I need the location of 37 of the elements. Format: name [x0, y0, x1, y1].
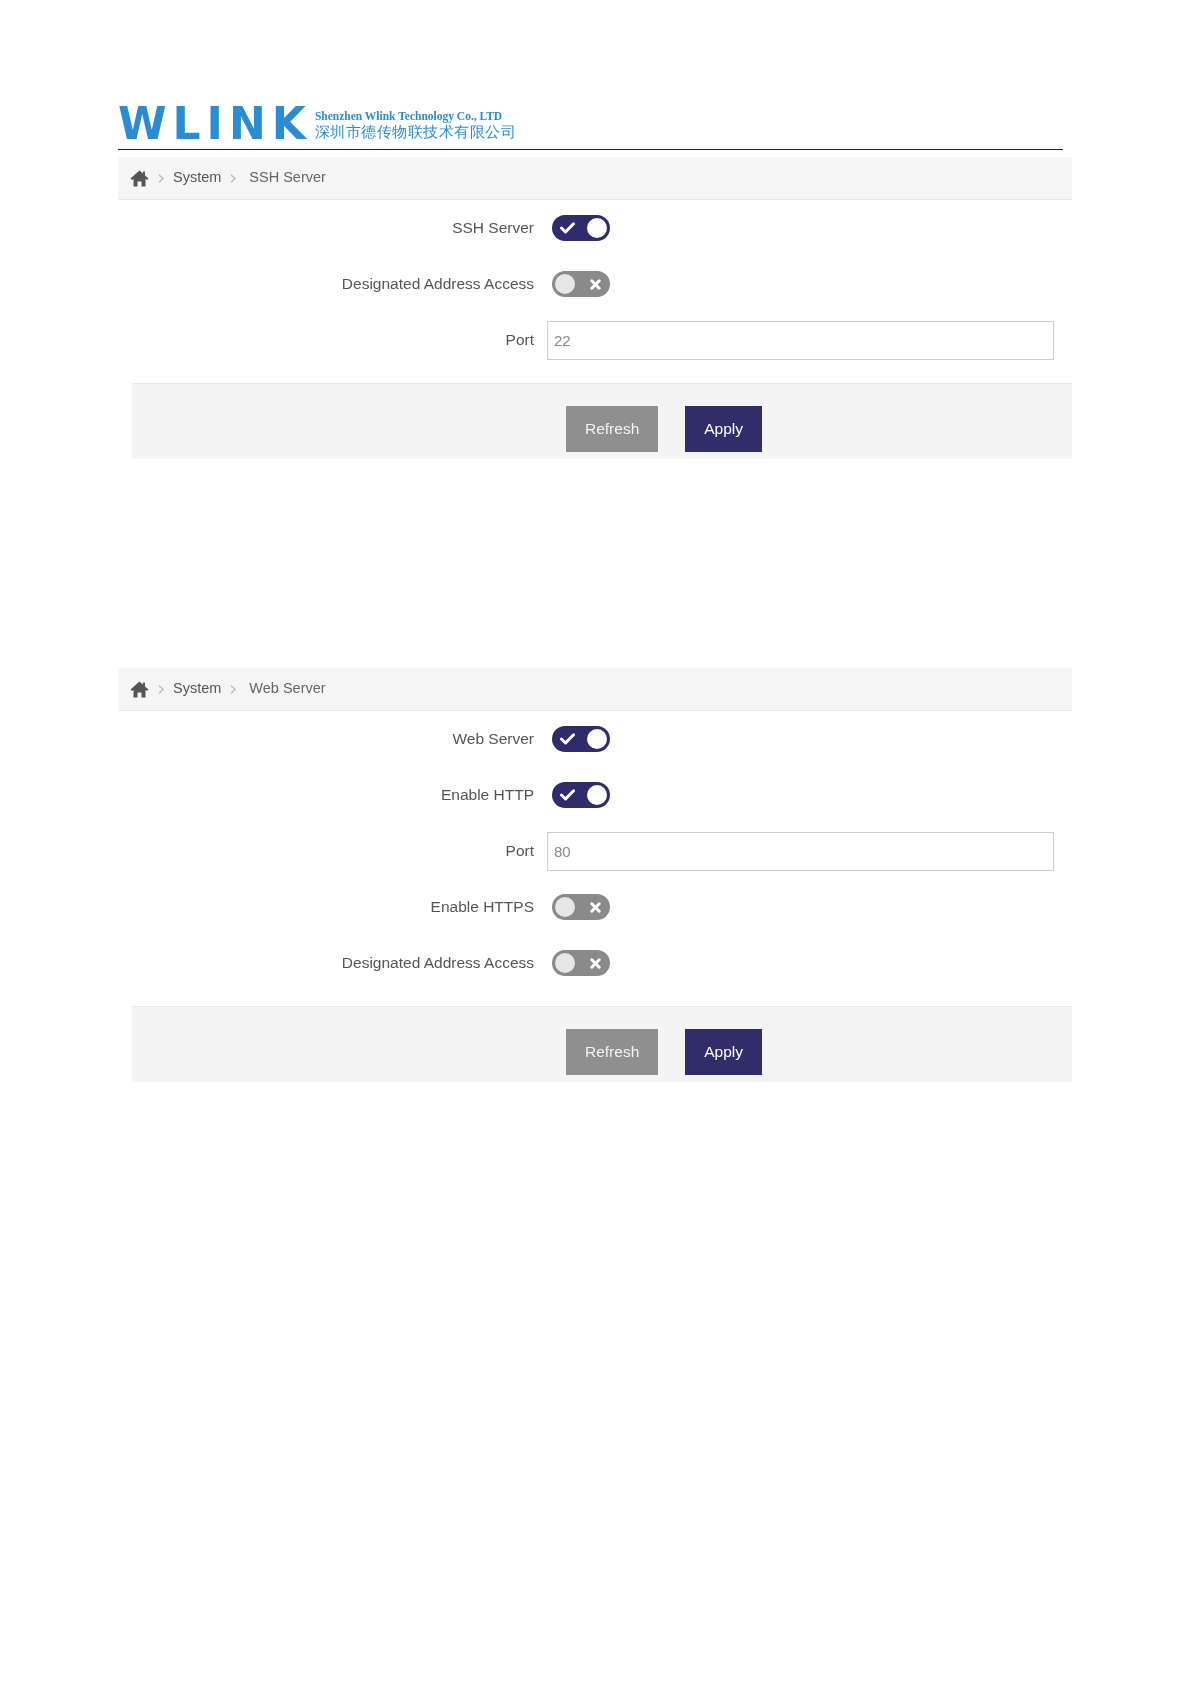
field-label: Designated Address Access [340, 274, 534, 295]
check-icon [560, 733, 575, 745]
chevron-icon [158, 173, 164, 183]
toggle-switch[interactable] [552, 271, 610, 297]
toggle-switch[interactable] [552, 726, 610, 752]
field-label: Designated Address Access [340, 953, 534, 974]
apply-button[interactable]: Apply [685, 406, 763, 452]
breadcrumb-link[interactable]: System [173, 167, 222, 189]
logo-wordmark: WLINK [118, 107, 312, 141]
field-label: Port [504, 330, 534, 351]
chevron-icon [158, 684, 164, 694]
company-name-chinese: 深圳市德传物联技术有限公司 [314, 123, 517, 141]
chevron-icon [230, 173, 237, 183]
cross-icon [590, 278, 601, 290]
check-icon [560, 222, 575, 234]
cross-icon [590, 901, 601, 913]
field-label: Enable HTTP [439, 785, 534, 806]
chevron-icon [230, 684, 237, 694]
toggle-switch[interactable] [552, 894, 610, 920]
field-label: Port [504, 841, 534, 862]
field-label: Web Server [451, 729, 534, 750]
breadcrumb-current: Web Server [249, 679, 326, 699]
cross-icon [590, 957, 601, 969]
toggle-switch[interactable] [552, 215, 610, 241]
field-label: Enable HTTPS [429, 897, 534, 918]
apply-button[interactable]: Apply [685, 1029, 763, 1075]
breadcrumb-current: SSH Server [249, 168, 326, 188]
company-name: Shenzhen Wlink Technology Co., LTD [314, 109, 504, 123]
toggle-switch[interactable] [552, 782, 610, 808]
check-icon [560, 789, 575, 801]
home-icon[interactable] [130, 169, 149, 187]
field-label: SSH Server [451, 218, 534, 239]
toggle-switch[interactable] [552, 950, 610, 976]
breadcrumb-link[interactable]: System [173, 678, 222, 700]
input-field[interactable]: 80 [547, 831, 1054, 871]
home-icon[interactable] [130, 680, 149, 698]
input-field[interactable]: 22 [547, 320, 1054, 360]
